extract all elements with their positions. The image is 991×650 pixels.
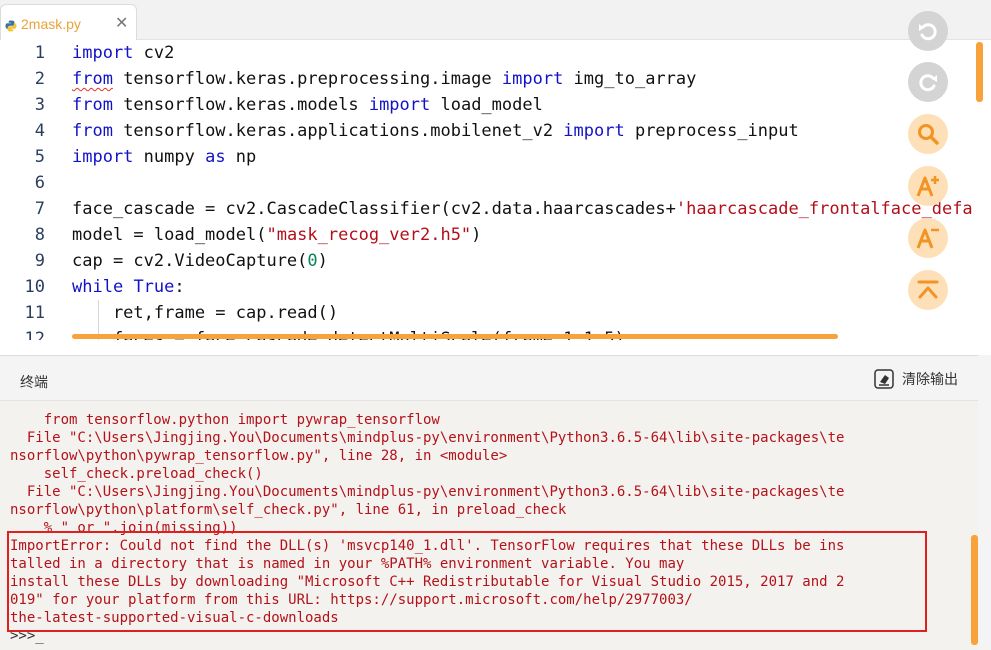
- terminal-output[interactable]: from tensorflow.python import pywrap_ten…: [0, 401, 978, 650]
- code-token: ret,frame = cap.read(): [72, 303, 339, 323]
- redo-icon: [919, 74, 937, 92]
- code-token: from: [72, 121, 113, 141]
- terminal-line: nsorflow\python\platform\self_check.py",…: [10, 502, 567, 518]
- line-number: 2: [34, 69, 45, 89]
- tab-bar: 2mask.py ✕: [0, 0, 991, 41]
- code-token: "mask_recog_ver2.h5": [266, 225, 472, 245]
- line-number: 9: [34, 251, 45, 271]
- line-number: 1: [34, 43, 45, 63]
- code-editor[interactable]: 1 import cv2 2 from tensorflow.keras.prepro…: [0, 40, 991, 340]
- code-line[interactable]: 5 import numpy as np: [0, 144, 991, 170]
- terminal-gutter: [978, 355, 991, 650]
- code-text: from tensorflow.keras.preprocessing.imag…: [72, 66, 696, 92]
- code-token: import: [368, 95, 431, 115]
- line-number: 3: [34, 95, 45, 115]
- code-line[interactable]: 7 face_cascade = cv2.CascadeClassifier(cv…: [0, 196, 991, 222]
- code-token: ): [471, 225, 482, 245]
- editor-vertical-scrollbar[interactable]: [976, 42, 983, 102]
- undo-icon: [919, 23, 937, 41]
- close-tab-icon[interactable]: ✕: [115, 13, 128, 33]
- line-number: 7: [34, 199, 45, 219]
- line-number: 6: [34, 173, 45, 193]
- redo-button[interactable]: [908, 62, 948, 102]
- line-number: 5: [34, 147, 45, 167]
- search-icon: [918, 124, 939, 145]
- font-increase-icon: [916, 176, 939, 197]
- line-number: 8: [34, 225, 45, 245]
- clear-output-label: 清除输出: [902, 371, 958, 387]
- terminal-vertical-scrollbar[interactable]: [971, 535, 978, 645]
- code-text: cap = cv2.VideoCapture(0): [72, 248, 328, 274]
- terminal-line: File "C:\Users\Jingjing.You\Documents\mi…: [10, 430, 845, 446]
- code-text: import cv2: [72, 40, 174, 66]
- code-token: preprocess_input: [624, 121, 799, 141]
- code-text: face_cascade = cv2.CascadeClassifier(cv2…: [72, 196, 973, 222]
- code-token: cv2: [133, 43, 175, 63]
- code-token: while: [72, 277, 124, 297]
- code-line[interactable]: 3 from tensorflow.keras.models import loa…: [0, 92, 991, 118]
- code-token: cap = cv2.VideoCapture(: [72, 251, 308, 271]
- code-line[interactable]: 10 while True:: [0, 274, 991, 300]
- code-token: tensorflow.keras.applications.mobilenet_…: [112, 121, 564, 141]
- editor-horizontal-scrollbar[interactable]: [72, 334, 838, 339]
- font-decrease-button[interactable]: [908, 218, 948, 258]
- code-token: load_model: [430, 95, 543, 115]
- code-token: True: [133, 277, 175, 297]
- code-text: model = load_model("mask_recog_ver2.h5"): [72, 222, 481, 248]
- code-text: from tensorflow.keras.applications.mobil…: [72, 118, 799, 144]
- code-token: tensorflow.keras.preprocessing.image: [112, 69, 502, 89]
- code-token: 0: [307, 251, 318, 271]
- code-token: import: [501, 69, 564, 89]
- scroll-to-top-button[interactable]: [908, 270, 948, 310]
- terminal-title: 终端: [20, 374, 48, 390]
- code-text: while True:: [72, 274, 185, 300]
- python-icon: [5, 20, 17, 32]
- font-increase-button[interactable]: [908, 166, 948, 206]
- terminal-line: self_check.preload_check(): [10, 466, 263, 482]
- code-token: np: [225, 147, 257, 167]
- code-token: tensorflow.keras.models: [112, 95, 369, 115]
- code-token: model = load_model(: [72, 225, 267, 245]
- terminal-line: from tensorflow.python import pywrap_ten…: [10, 412, 440, 428]
- code-token: face_cascade = cv2.CascadeClassifier(cv2…: [72, 199, 676, 219]
- font-decrease-icon: [916, 228, 939, 249]
- code-line[interactable]: 9 cap = cv2.VideoCapture(0): [0, 248, 991, 274]
- code-line[interactable]: 8 model = load_model("mask_recog_ver2.h5"…: [0, 222, 991, 248]
- scroll-to-top-icon: [917, 280, 939, 299]
- code-token: as: [205, 147, 226, 167]
- code-line[interactable]: 2 from tensorflow.keras.preprocessing.ima…: [0, 66, 991, 92]
- tab-filename: 2mask.py: [21, 16, 81, 32]
- code-token: import: [72, 43, 134, 63]
- line-number: 10: [24, 277, 45, 297]
- code-token: import: [563, 121, 625, 141]
- line-number: 4: [34, 121, 45, 141]
- line-number: 12: [24, 329, 45, 340]
- code-token: img_to_array: [563, 69, 697, 89]
- code-token: :: [174, 277, 185, 297]
- code-line[interactable]: 11 ret,frame = cap.read(): [0, 300, 991, 326]
- line-number: 11: [24, 303, 45, 323]
- eraser-icon: [874, 369, 894, 389]
- code-line[interactable]: 6: [0, 170, 991, 196]
- code-text: ret,frame = cap.read(): [72, 300, 338, 326]
- code-token: numpy: [133, 147, 206, 167]
- code-token: import: [72, 147, 134, 167]
- terminal-header: 终端 清除输出: [0, 355, 978, 401]
- code-token: from: [72, 95, 113, 115]
- code-text: import numpy as np: [72, 144, 256, 170]
- terminal-line: File "C:\Users\Jingjing.You\Documents\mi…: [10, 484, 845, 500]
- code-line[interactable]: 4 from tensorflow.keras.applications.mobi…: [0, 118, 991, 144]
- undo-button[interactable]: [908, 11, 948, 51]
- code-text: from tensorflow.keras.models import load…: [72, 92, 543, 118]
- file-tab[interactable]: 2mask.py ✕: [0, 4, 137, 41]
- terminal-line: nsorflow\python\pywrap_tensorflow.py", l…: [10, 448, 508, 464]
- error-highlight-box: [7, 531, 927, 632]
- code-line[interactable]: 1 import cv2: [0, 40, 991, 66]
- code-token: from: [72, 69, 113, 89]
- clear-output-button[interactable]: 清除输出: [874, 368, 958, 390]
- code-token: ): [317, 251, 328, 271]
- search-button[interactable]: [908, 114, 948, 154]
